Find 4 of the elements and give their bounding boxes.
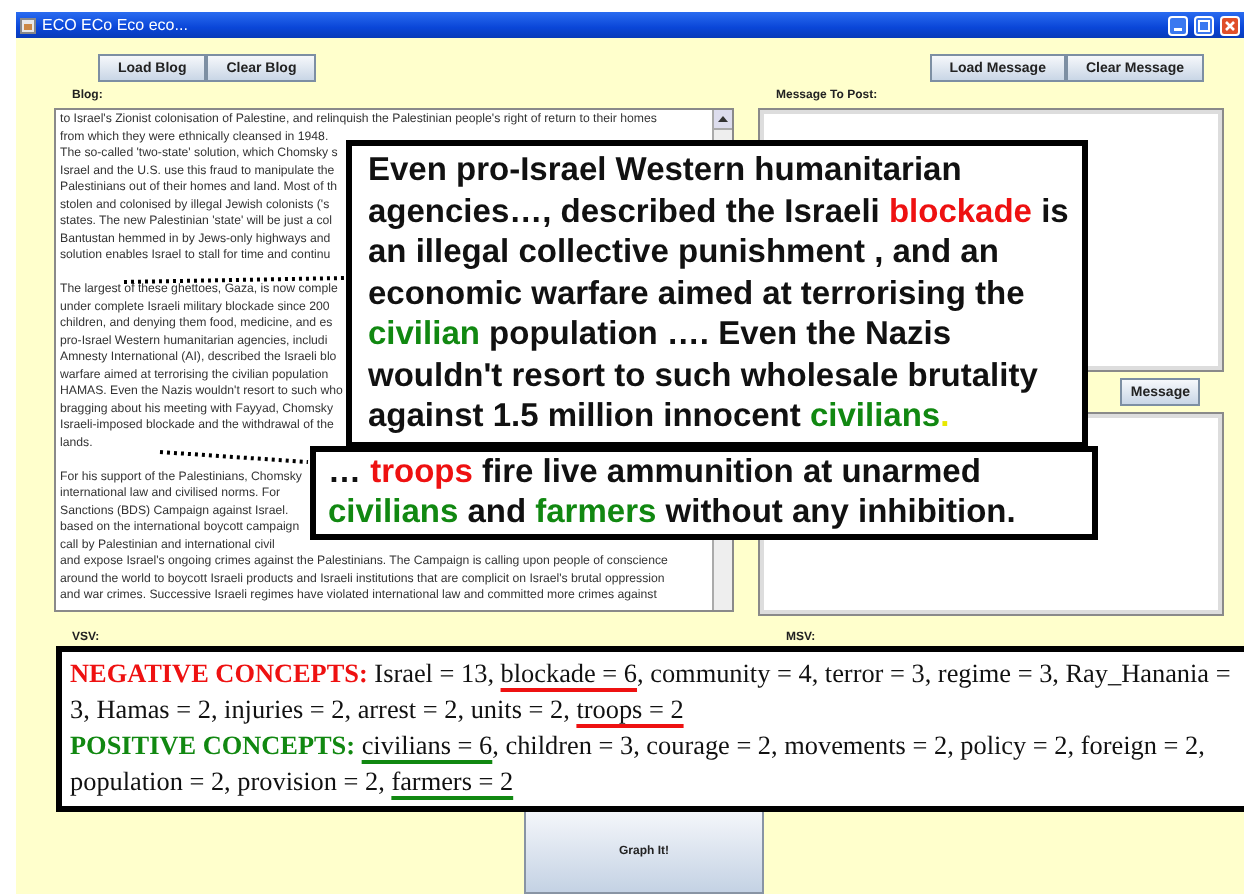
concept-list: POSITIVE CONCEPTS: civilians = 6, children = 3, courage = 2, movements = 2, policy = 2, foreign = 2, population = 2, provision = 2, farmers = 2 (70, 728, 1244, 800)
window-title: ECO ECo Eco eco... (42, 16, 188, 34)
quote-tooltip: … troops fire live ammunition at unarmed civilians and farmers without any inhibition. (310, 446, 1098, 540)
quote-tooltip: Even pro-Israel Western humanitarian agencies…, described the Israeli blockade is an illegal collective punishment , and an economic warfare aimed at terrorising the civilian population …. Even the Nazis wouldn't resort to such wholesale brutality against 1.5 million innocent civilians. (346, 140, 1088, 447)
